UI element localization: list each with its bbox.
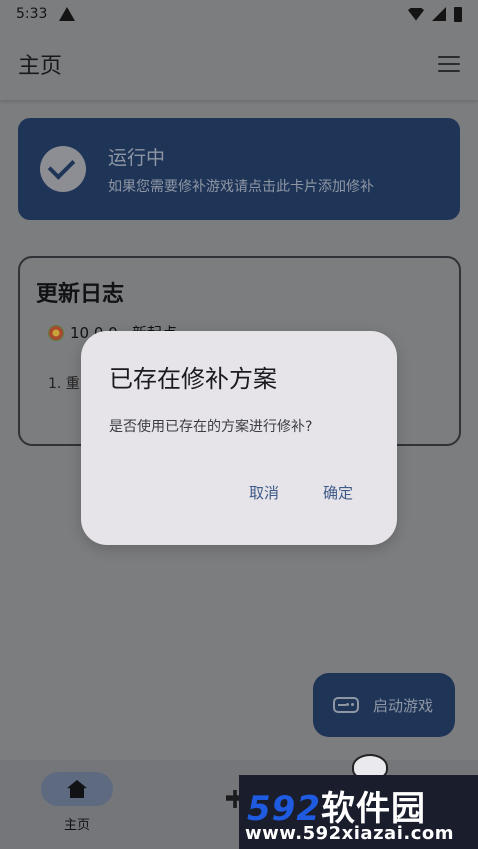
nav-home-label: 主页 (63, 818, 90, 833)
signal-icon (432, 7, 446, 21)
warning-icon (59, 7, 76, 21)
nav-item-home[interactable]: 主页 (40, 772, 114, 836)
home-icon (67, 780, 87, 798)
status-icons (408, 6, 462, 22)
status-bar: 5:33 (0, 0, 478, 28)
dialog-message: 是否使用已存在的方案进行修补? (109, 419, 313, 435)
wifi-icon (408, 7, 424, 21)
status-title: 运行中 (108, 146, 166, 169)
dialog-actions: 取消 确定 (249, 482, 353, 503)
gamepad-icon (333, 697, 359, 713)
running-status-card[interactable]: 运行中 如果您需要修补游戏请点击此卡片添加修补 (18, 118, 460, 220)
check-circle-icon (40, 146, 86, 192)
dialog-title: 已存在修补方案 (109, 365, 277, 393)
existing-patch-dialog: 已存在修补方案 是否使用已存在的方案进行修补? 取消 确定 (81, 331, 397, 545)
flower-icon (48, 324, 64, 341)
app-bar: 主页 (0, 28, 478, 100)
watermark-url: www.592xiazai.com (245, 823, 454, 844)
launch-game-label: 启动游戏 (373, 696, 434, 715)
status-subtitle: 如果您需要修补游戏请点击此卡片添加修补 (108, 178, 374, 195)
watermark: 592软件园 www.592xiazai.com (239, 775, 478, 849)
confirm-button[interactable]: 确定 (323, 482, 353, 503)
nav-home-indicator (41, 772, 113, 806)
menu-icon[interactable] (438, 56, 460, 72)
status-text: 运行中 如果您需要修补游戏请点击此卡片添加修补 (108, 143, 374, 196)
battery-icon (454, 6, 462, 22)
status-time: 5:33 (16, 6, 48, 22)
update-log-title: 更新日志 (36, 282, 125, 307)
launch-game-button[interactable]: 启动游戏 (313, 673, 455, 737)
page-title: 主页 (18, 54, 63, 79)
cancel-button[interactable]: 取消 (249, 482, 279, 503)
